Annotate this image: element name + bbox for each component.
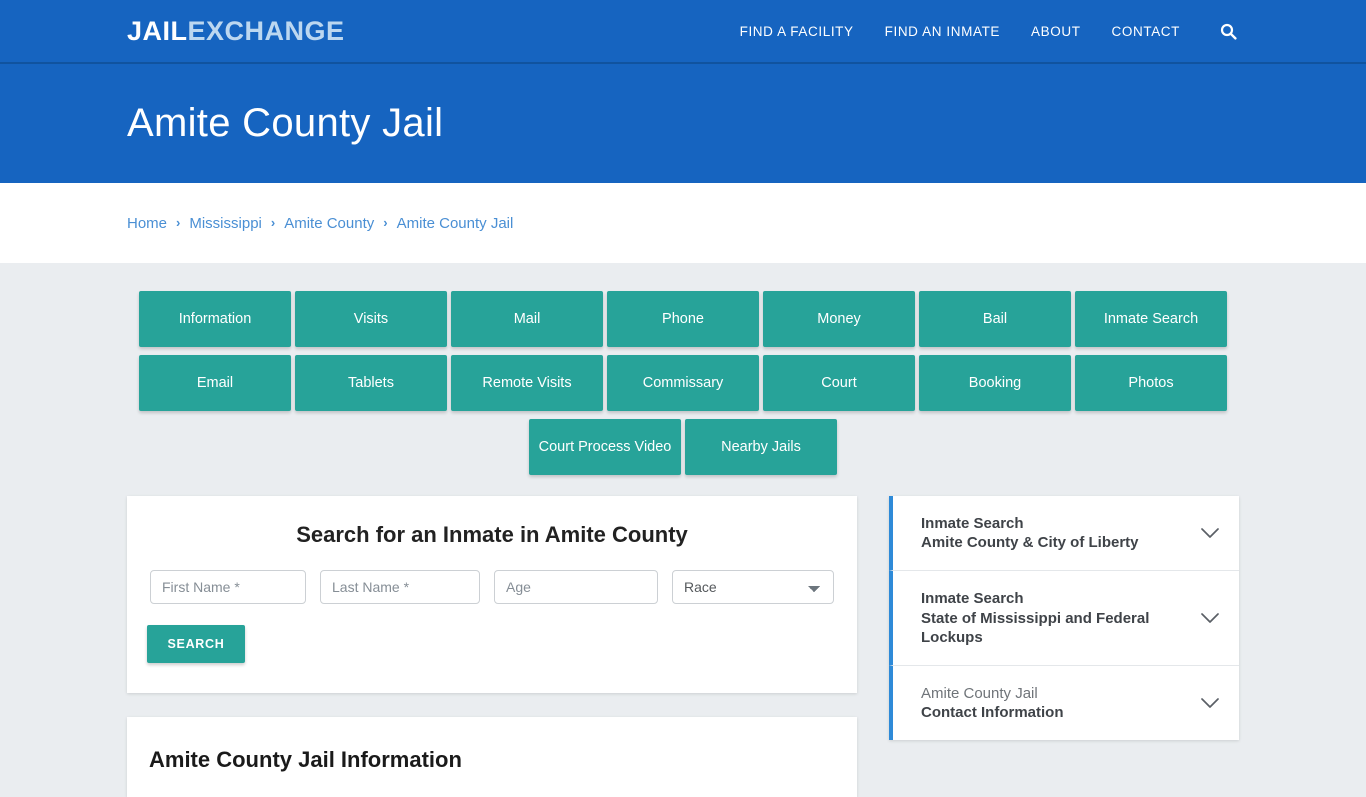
accordion-item-text: Inmate Search Amite County & City of Lib… (921, 514, 1139, 552)
accordion-item-inmate-search-state[interactable]: Inmate Search State of Mississippi and F… (889, 571, 1239, 666)
page-hero: Amite County Jail (0, 64, 1366, 183)
nav-item-find-an-inmate[interactable]: FIND AN INMATE (885, 24, 1000, 39)
main-navigation: FIND A FACILITY FIND AN INMATE ABOUT CON… (740, 20, 1239, 42)
jail-information-card: Amite County Jail Information (127, 717, 857, 797)
logo-text-primary: JAIL (127, 15, 188, 46)
page-title: Amite County Jail (127, 101, 444, 145)
breadcrumb-bar: Home › Mississippi › Amite County › Amit… (0, 183, 1366, 263)
last-name-input[interactable] (320, 570, 480, 604)
site-header: JAILEXCHANGE FIND A FACILITY FIND AN INM… (0, 0, 1366, 64)
accordion-item-contact-information[interactable]: Amite County Jail Contact Information (889, 665, 1239, 741)
site-logo[interactable]: JAILEXCHANGE (127, 15, 345, 46)
accordion-item-text: Inmate Search State of Mississippi and F… (921, 589, 1191, 647)
first-name-input[interactable] (150, 570, 306, 604)
nav-item-find-a-facility[interactable]: FIND A FACILITY (740, 24, 854, 39)
nav-item-about[interactable]: ABOUT (1031, 24, 1081, 39)
accordion-item-line2: State of Mississippi and Federal Lockups (921, 609, 1150, 646)
facility-button-information[interactable]: Information (139, 291, 291, 347)
accordion-item-inmate-search-county[interactable]: Inmate Search Amite County & City of Lib… (889, 496, 1239, 572)
content-columns: Search for an Inmate in Amite County Rac… (127, 496, 1239, 797)
facility-button-remote-visits[interactable]: Remote Visits (451, 355, 603, 411)
facility-button-email[interactable]: Email (139, 355, 291, 411)
breadcrumb-separator-icon: › (176, 214, 181, 230)
chevron-down-icon[interactable] (1201, 612, 1219, 624)
accordion-item-line1: Amite County Jail (921, 684, 1038, 702)
inmate-search-title: Search for an Inmate in Amite County (296, 522, 688, 547)
nav-item-contact[interactable]: CONTACT (1112, 24, 1180, 39)
facility-button-money[interactable]: Money (763, 291, 915, 347)
facility-button-bail[interactable]: Bail (919, 291, 1071, 347)
accordion-item-text: Amite County Jail Contact Information (921, 684, 1064, 722)
facility-button-commissary[interactable]: Commissary (607, 355, 759, 411)
breadcrumb-item-amite-county[interactable]: Amite County (284, 215, 374, 232)
facility-button-court-process-video[interactable]: Court Process Video (529, 419, 681, 475)
race-select[interactable]: Race (672, 570, 834, 604)
facility-button-inmate-search[interactable]: Inmate Search (1075, 291, 1227, 347)
page-body: Information Visits Mail Phone Money Bail… (0, 263, 1366, 797)
chevron-down-icon[interactable] (1201, 697, 1219, 709)
breadcrumb-item-amite-county-jail[interactable]: Amite County Jail (397, 215, 514, 232)
inmate-search-fields: Race (147, 570, 837, 604)
right-column: Inmate Search Amite County & City of Lib… (889, 496, 1239, 741)
accordion-item-line2: Contact Information (921, 704, 1064, 722)
facility-button-nearby-jails[interactable]: Nearby Jails (685, 419, 837, 475)
accordion-item-line2: Amite County & City of Liberty (921, 534, 1139, 552)
chevron-down-icon[interactable] (1201, 527, 1219, 539)
breadcrumb-separator-icon: › (383, 214, 388, 230)
facility-button-court[interactable]: Court (763, 355, 915, 411)
left-column: Search for an Inmate in Amite County Rac… (127, 496, 857, 797)
facility-button-booking[interactable]: Booking (919, 355, 1071, 411)
accordion-item-line1: Inmate Search (921, 590, 1024, 608)
jail-information-title: Amite County Jail Information (149, 747, 462, 772)
facility-section-buttons: Information Visits Mail Phone Money Bail… (127, 291, 1239, 475)
breadcrumb-item-home[interactable]: Home (127, 215, 167, 232)
breadcrumb: Home › Mississippi › Amite County › Amit… (127, 215, 513, 232)
search-submit-button[interactable]: SEARCH (147, 625, 245, 663)
sidebar-accordion: Inmate Search Amite County & City of Lib… (889, 496, 1239, 741)
facility-button-photos[interactable]: Photos (1075, 355, 1227, 411)
accordion-item-line1: Inmate Search (921, 515, 1024, 532)
facility-button-visits[interactable]: Visits (295, 291, 447, 347)
logo-text-secondary: EXCHANGE (187, 15, 345, 46)
facility-button-mail[interactable]: Mail (451, 291, 603, 347)
facility-button-row: Court Process Video Nearby Jails (127, 419, 1239, 475)
search-icon[interactable] (1217, 20, 1239, 42)
facility-button-phone[interactable]: Phone (607, 291, 759, 347)
facility-button-row: Information Visits Mail Phone Money Bail… (127, 291, 1239, 347)
age-input[interactable] (494, 570, 658, 604)
breadcrumb-separator-icon: › (270, 214, 276, 230)
facility-button-tablets[interactable]: Tablets (295, 355, 447, 411)
inmate-search-card: Search for an Inmate in Amite County Rac… (127, 496, 857, 693)
facility-button-row: Email Tablets Remote Visits Commissary C… (127, 355, 1239, 411)
breadcrumb-item-mississippi[interactable]: Mississippi (189, 215, 262, 232)
